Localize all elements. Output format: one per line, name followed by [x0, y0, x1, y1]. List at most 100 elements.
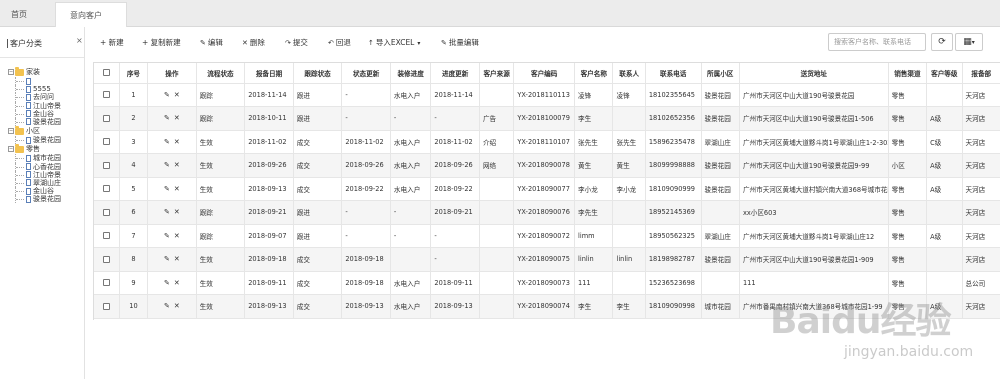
tree-node[interactable]: − 小区: [8, 125, 84, 136]
tree-node[interactable]: − 零售: [8, 143, 84, 154]
column-header[interactable]: 跟踪状态: [293, 63, 343, 84]
column-header[interactable]: 客户等级: [926, 63, 963, 84]
table-row[interactable]: 6 ✎ ✕ 跟踪 2018-09-21 跟进 - -2018-09-21 YX-20180900…: [94, 200, 1000, 225]
tree-node[interactable]: − 家装: [8, 66, 84, 77]
tab-home[interactable]: 首页: [0, 2, 42, 27]
row-actions: ✎ ✕: [147, 200, 197, 225]
search-input[interactable]: 搜索客户名称、联系电话: [828, 33, 926, 51]
row-checkbox[interactable]: [94, 294, 120, 319]
table-cell: 生效: [196, 177, 246, 201]
delete-icon[interactable]: ✕: [174, 302, 180, 310]
delete-icon[interactable]: ✕: [174, 279, 180, 287]
row-checkbox[interactable]: [94, 224, 120, 248]
row-checkbox[interactable]: [94, 271, 120, 295]
table-cell: 5: [119, 177, 149, 201]
delete-icon[interactable]: ✕: [174, 91, 180, 99]
tree-leaf[interactable]: 城市花园: [8, 154, 84, 163]
edit-icon[interactable]: ✎: [164, 232, 170, 240]
tree-leaf[interactable]: 江山帝景: [8, 101, 84, 110]
tree-leaf[interactable]: 江山帝景: [8, 170, 84, 180]
tree-leaf[interactable]: 心香花园: [8, 162, 84, 171]
tree-leaf[interactable]: 骏景花园: [8, 136, 84, 145]
edit-button[interactable]: ✎ 编辑: [200, 37, 223, 49]
edit-icon[interactable]: ✎: [164, 161, 170, 169]
rollback-button[interactable]: ↶ 回退: [328, 37, 351, 49]
table-cell: 跟踪: [196, 224, 246, 248]
column-header[interactable]: 报备日期: [244, 63, 294, 84]
table-row[interactable]: 2 ✎ ✕ 跟踪 2018-10-11 跟进 - - - 广告 YX-2018100079 李生 181…: [94, 106, 1000, 131]
tree-leaf[interactable]: 翠湖山庄: [8, 178, 84, 188]
delete-icon[interactable]: ✕: [174, 232, 180, 240]
column-header[interactable]: 所属小区: [701, 63, 740, 84]
collapse-icon[interactable]: −: [8, 128, 14, 135]
table-row[interactable]: 4 ✎ ✕ 生效 2018-09-26 成交 2018-09-26 水电入户 2018-09-2…: [94, 153, 1000, 178]
column-header[interactable]: 销售渠道: [888, 63, 928, 84]
column-header[interactable]: 序号: [119, 63, 149, 84]
columns-toggle-button[interactable]: ▦▾: [955, 33, 983, 51]
edit-icon[interactable]: ✎: [164, 255, 170, 263]
edit-icon[interactable]: ✎: [164, 279, 170, 287]
delete-icon[interactable]: ✕: [174, 255, 180, 263]
table-cell: 2018-11-14: [430, 83, 480, 107]
table-row[interactable]: 3 ✎ ✕ 生效 2018-11-02 成交 2018-11-02 水电入户 2018-11-0…: [94, 130, 1000, 154]
refresh-button[interactable]: ⟳: [931, 33, 953, 51]
delete-icon[interactable]: ✕: [174, 138, 180, 146]
delete-icon[interactable]: ✕: [174, 114, 180, 122]
column-header[interactable]: 送货地址: [739, 63, 889, 84]
tree-leaf[interactable]: 金山谷: [8, 109, 84, 119]
table-cell: 18109090998: [645, 294, 702, 319]
table-cell: -: [341, 106, 391, 131]
table-row[interactable]: 10 ✎ ✕ 生效 2018-09-13 成交 2018-09-13 水电入户 2018-09-…: [94, 294, 1000, 319]
table-row[interactable]: 5 ✎ ✕ 生效 2018-09-13 成交 2018-09-22 水电入户 2018-09-2…: [94, 177, 1000, 201]
edit-icon[interactable]: ✎: [164, 185, 170, 193]
column-header[interactable]: 报备部: [962, 63, 1000, 84]
column-header[interactable]: 联系电话: [645, 63, 702, 84]
table-cell: 李先生: [574, 200, 614, 225]
row-checkbox[interactable]: [94, 153, 120, 178]
delete-icon[interactable]: ✕: [174, 208, 180, 216]
column-header[interactable]: 状态更新: [341, 63, 391, 84]
row-checkbox[interactable]: [94, 130, 120, 154]
row-checkbox[interactable]: [94, 247, 120, 272]
delete-icon[interactable]: ✕: [174, 185, 180, 193]
tab-intent-customers[interactable]: 意向客户 ×: [55, 2, 127, 45]
row-checkbox[interactable]: [94, 106, 120, 131]
edit-icon[interactable]: ✎: [164, 302, 170, 310]
new-button[interactable]: + 新建: [100, 37, 124, 49]
column-header[interactable]: 客户名称: [574, 63, 614, 84]
row-checkbox[interactable]: [94, 83, 120, 107]
column-header[interactable]: 客户编码: [513, 63, 576, 84]
row-checkbox[interactable]: [94, 177, 120, 201]
table-row[interactable]: 1 ✎ ✕ 跟踪 2018-11-14 跟进 - 水电入户 2018-11-14 YX-20181…: [94, 83, 1000, 107]
tree-leaf[interactable]: 去问问: [8, 93, 84, 102]
delete-button[interactable]: ✕ 删除: [242, 37, 265, 49]
delete-icon[interactable]: ✕: [174, 161, 180, 169]
collapse-icon[interactable]: −: [8, 69, 14, 75]
edit-icon[interactable]: ✎: [164, 208, 170, 216]
select-all-checkbox[interactable]: [94, 63, 120, 84]
edit-icon[interactable]: ✎: [164, 91, 170, 99]
column-header[interactable]: 联系人: [612, 63, 646, 84]
column-header[interactable]: 进度更新: [430, 63, 480, 84]
table-row[interactable]: 8 ✎ ✕ 生效 2018-09-18 成交 2018-09-18- YX-201809007…: [94, 247, 1000, 272]
column-header[interactable]: 装修进度: [390, 63, 432, 84]
table-cell: 零售: [888, 130, 928, 154]
row-checkbox[interactable]: [94, 200, 120, 225]
tree-leaf[interactable]: [8, 77, 84, 86]
copy-new-button[interactable]: + 复制新建: [142, 37, 181, 49]
table-row[interactable]: 7 ✎ ✕ 跟踪 2018-09-07 跟进 - - - YX-2018090072 limm 189…: [94, 224, 1000, 248]
tree-leaf[interactable]: 骏景花园: [8, 195, 84, 204]
column-header[interactable]: 客户来源: [479, 63, 515, 84]
edit-icon[interactable]: ✎: [164, 138, 170, 146]
table-cell: 18950562325: [645, 224, 702, 248]
submit-button[interactable]: ↷ 提交: [285, 37, 308, 49]
batch-edit-button[interactable]: ✎ 批量编辑: [441, 37, 479, 49]
tree-leaf[interactable]: 骏景花园: [8, 117, 84, 127]
column-header[interactable]: 操作: [147, 63, 197, 84]
edit-icon[interactable]: ✎: [164, 114, 170, 122]
table-row[interactable]: 9 ✎ ✕ 生效 2018-09-11 成交 2018-09-18 水电入户 2018-09-1…: [94, 271, 1000, 295]
import-excel-button[interactable]: ↑ 导入EXCEL ▾: [368, 37, 420, 49]
column-header[interactable]: 流程状态: [196, 63, 246, 84]
table-cell: 生效: [196, 294, 246, 319]
collapse-icon[interactable]: −: [8, 146, 14, 153]
